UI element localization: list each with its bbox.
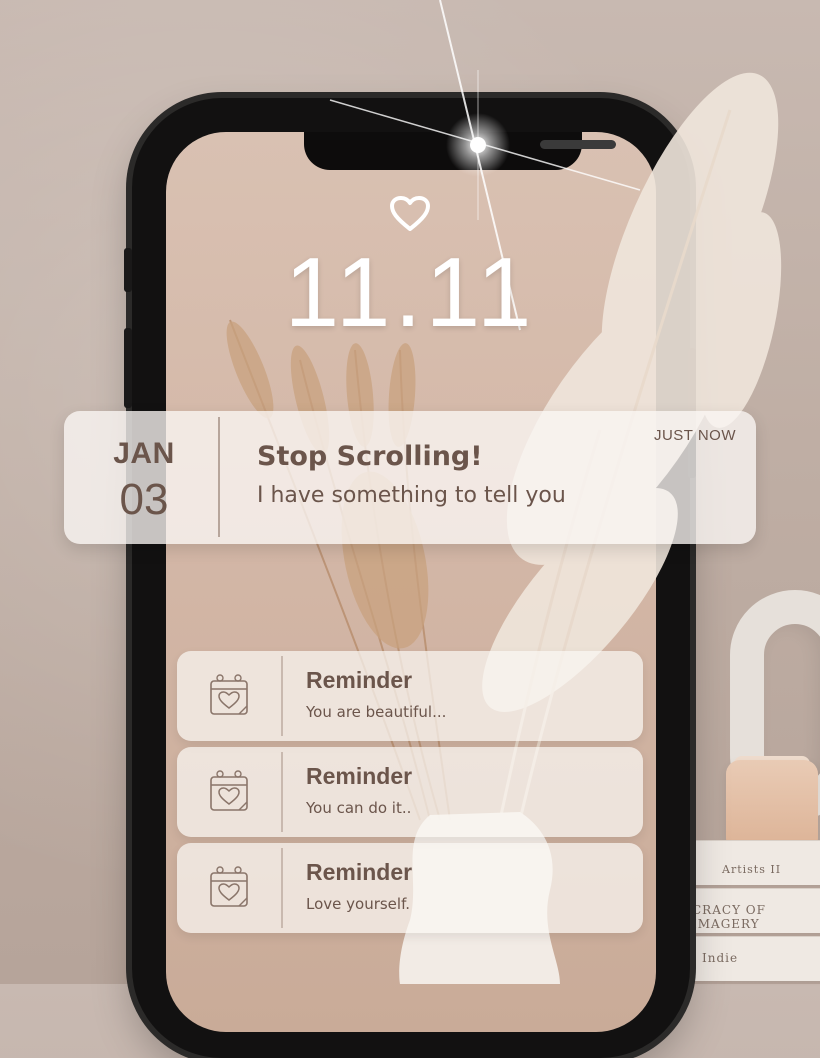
reminder-divider <box>281 848 283 928</box>
reminder-title: Reminder <box>306 763 413 789</box>
reminder-title: Reminder <box>306 667 413 693</box>
reminder-card-3[interactable]: Reminder Love yourself. <box>177 843 643 933</box>
heart-outline-icon <box>390 196 430 231</box>
reminder-body: You can do it.. <box>306 799 412 817</box>
reminder-title: Reminder <box>306 859 413 885</box>
calendar-heart-icon <box>210 866 248 907</box>
notification-divider <box>218 417 220 537</box>
notification-card[interactable]: JAN 03 Stop Scrolling! I have something … <box>64 411 756 544</box>
notification-title: Stop Scrolling! <box>257 441 483 472</box>
reminder-divider <box>281 656 283 736</box>
lockscreen-clock: 11.11 <box>284 237 536 347</box>
notification-timestamp: JUST NOW <box>653 427 736 444</box>
reminder-divider <box>281 752 283 832</box>
reminder-card-1[interactable]: Reminder You are beautiful... <box>177 651 643 741</box>
notification-body: I have something to tell you <box>257 483 566 508</box>
reminder-body: You are beautiful... <box>306 703 447 721</box>
reminder-body: Love yourself. <box>306 895 411 913</box>
notification-month: JAN <box>113 437 175 470</box>
reminder-card-2[interactable]: Reminder You can do it.. <box>177 747 643 837</box>
calendar-heart-icon <box>210 674 248 715</box>
calendar-heart-icon <box>210 770 248 811</box>
notification-day: 03 <box>119 475 169 524</box>
